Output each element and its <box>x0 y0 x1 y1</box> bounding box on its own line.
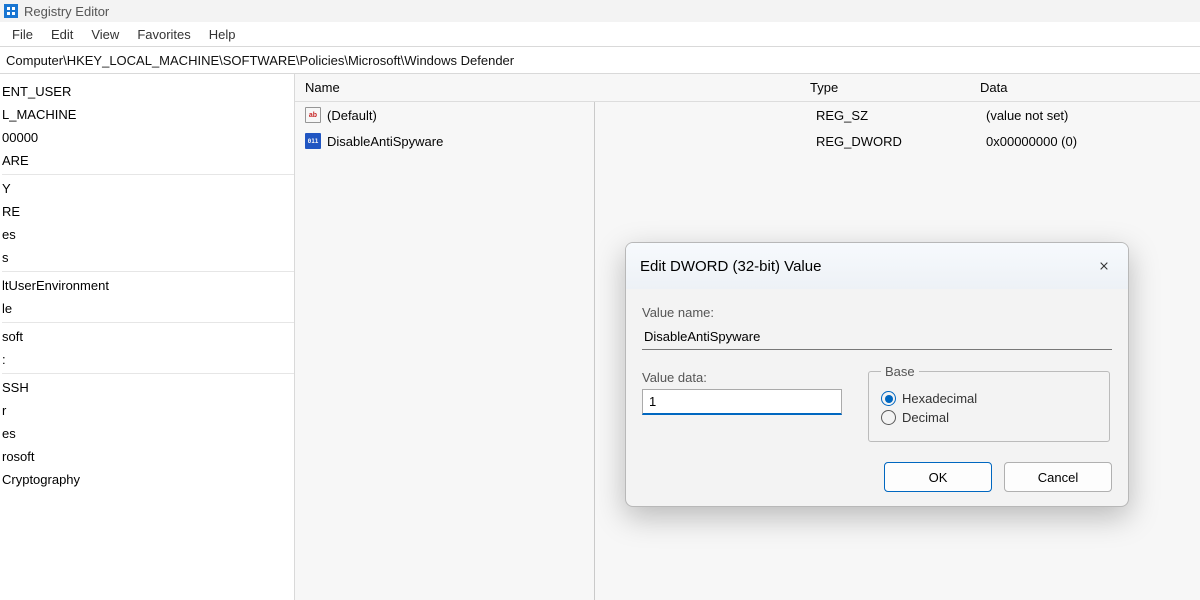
base-legend: Base <box>881 364 919 379</box>
ok-button[interactable]: OK <box>884 462 992 492</box>
list-row[interactable]: 011 DisableAntiSpywareREG_DWORD0x00000000… <box>295 128 1200 154</box>
radio-decimal[interactable]: Decimal <box>881 410 1097 425</box>
close-icon <box>1100 260 1108 272</box>
tree-item[interactable]: ltUserEnvironment <box>2 274 294 297</box>
menu-favorites[interactable]: Favorites <box>137 27 190 42</box>
dialog-close-button[interactable] <box>1094 256 1114 276</box>
value-data-label: Value data: <box>642 370 842 385</box>
value-data: 0x00000000 (0) <box>976 134 1200 149</box>
radio-dot-icon <box>881 391 896 406</box>
menu-file[interactable]: File <box>12 27 33 42</box>
edit-dword-dialog: Edit DWORD (32-bit) Value Value name: Va… <box>625 242 1129 507</box>
radio-dot-icon <box>881 410 896 425</box>
tree-item[interactable]: r <box>2 399 294 422</box>
list-rows: ab (Default)REG_SZ(value not set) 011 Disab… <box>295 102 1200 154</box>
string-value-icon: ab <box>305 107 321 123</box>
menu-bar: File Edit View Favorites Help <box>0 22 1200 46</box>
tree-item[interactable]: soft <box>2 325 294 348</box>
binary-value-icon: 011 <box>305 133 321 149</box>
radio-hex-label: Hexadecimal <box>902 391 977 406</box>
value-name-label: Value name: <box>642 305 1112 320</box>
list-header: Name Type Data <box>295 74 1200 102</box>
title-bar: Registry Editor <box>0 0 1200 22</box>
value-name-field[interactable] <box>642 324 1112 350</box>
tree-item[interactable]: es <box>2 223 294 246</box>
tree-item[interactable]: RE <box>2 200 294 223</box>
col-name[interactable]: Name <box>295 80 800 95</box>
registry-tree[interactable]: ENT_USERL_MACHINE00000AREYREessltUserEnv… <box>0 74 295 600</box>
value-data-input[interactable] <box>642 389 842 415</box>
value-type: REG_SZ <box>806 108 976 123</box>
window-title: Registry Editor <box>24 4 109 19</box>
value-name: DisableAntiSpyware <box>327 134 806 149</box>
tree-item[interactable]: : <box>2 348 294 371</box>
tree-item[interactable]: le <box>2 297 294 320</box>
col-data[interactable]: Data <box>970 80 1200 95</box>
value-type: REG_DWORD <box>806 134 976 149</box>
radio-hexadecimal[interactable]: Hexadecimal <box>881 391 1097 406</box>
tree-separator <box>2 373 294 374</box>
tree-item[interactable]: rosoft <box>2 445 294 468</box>
tree-item[interactable]: Y <box>2 177 294 200</box>
base-group: Base Hexadecimal Decimal <box>868 364 1110 442</box>
tree-separator <box>2 322 294 323</box>
value-list-pane: Name Type Data ab (Default)REG_SZ(value n… <box>295 74 1200 600</box>
tree-item[interactable]: 00000 <box>2 126 294 149</box>
value-name: (Default) <box>327 108 806 123</box>
tree-item[interactable]: ARE <box>2 149 294 172</box>
splitter-handle[interactable] <box>590 102 598 600</box>
dialog-title-bar[interactable]: Edit DWORD (32-bit) Value <box>626 243 1128 289</box>
value-data: (value not set) <box>976 108 1200 123</box>
tree-item[interactable]: Cryptography <box>2 468 294 491</box>
radio-dec-label: Decimal <box>902 410 949 425</box>
tree-item[interactable]: ENT_USER <box>2 80 294 103</box>
cancel-button[interactable]: Cancel <box>1004 462 1112 492</box>
app-icon <box>4 4 18 18</box>
main-area: ENT_USERL_MACHINE00000AREYREessltUserEnv… <box>0 74 1200 600</box>
col-type[interactable]: Type <box>800 80 970 95</box>
tree-item[interactable]: es <box>2 422 294 445</box>
tree-item[interactable]: s <box>2 246 294 269</box>
address-bar[interactable]: Computer\HKEY_LOCAL_MACHINE\SOFTWARE\Pol… <box>0 46 1200 74</box>
tree-separator <box>2 271 294 272</box>
tree-separator <box>2 174 294 175</box>
menu-help[interactable]: Help <box>209 27 236 42</box>
registry-editor-window: Registry Editor File Edit View Favorites… <box>0 0 1200 600</box>
tree-item[interactable]: SSH <box>2 376 294 399</box>
menu-edit[interactable]: Edit <box>51 27 73 42</box>
address-text: Computer\HKEY_LOCAL_MACHINE\SOFTWARE\Pol… <box>6 53 514 68</box>
menu-view[interactable]: View <box>91 27 119 42</box>
tree-item[interactable]: L_MACHINE <box>2 103 294 126</box>
list-row[interactable]: ab (Default)REG_SZ(value not set) <box>295 102 1200 128</box>
dialog-title: Edit DWORD (32-bit) Value <box>640 258 821 275</box>
